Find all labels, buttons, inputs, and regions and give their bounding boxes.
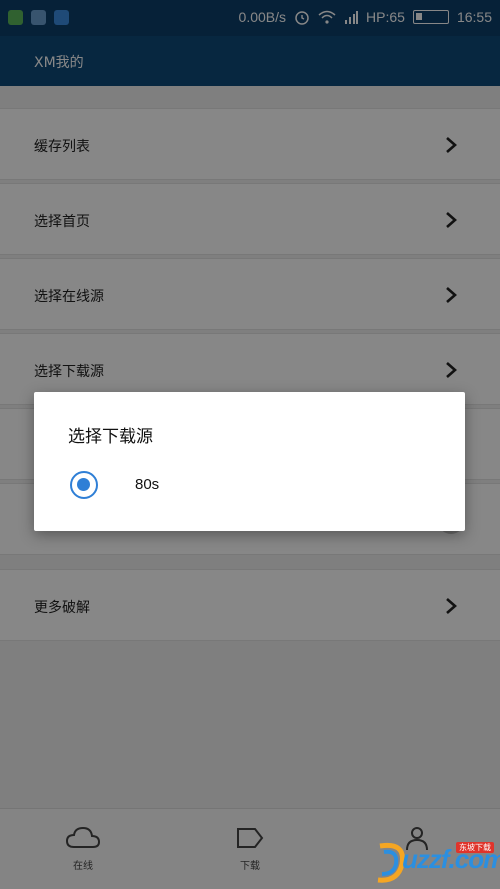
dialog-title: 选择下载源 — [68, 427, 153, 447]
download-source-dialog: 选择下载源 80s — [34, 392, 465, 531]
radio-button-selected[interactable] — [70, 471, 98, 499]
source-option-80s[interactable]: 80s — [34, 462, 465, 506]
radio-dot — [77, 478, 90, 491]
watermark-tag: 东坡下载 — [456, 842, 494, 853]
site-watermark: uzzf.com 东坡下载 — [372, 836, 500, 889]
option-label: 80s — [135, 476, 160, 493]
